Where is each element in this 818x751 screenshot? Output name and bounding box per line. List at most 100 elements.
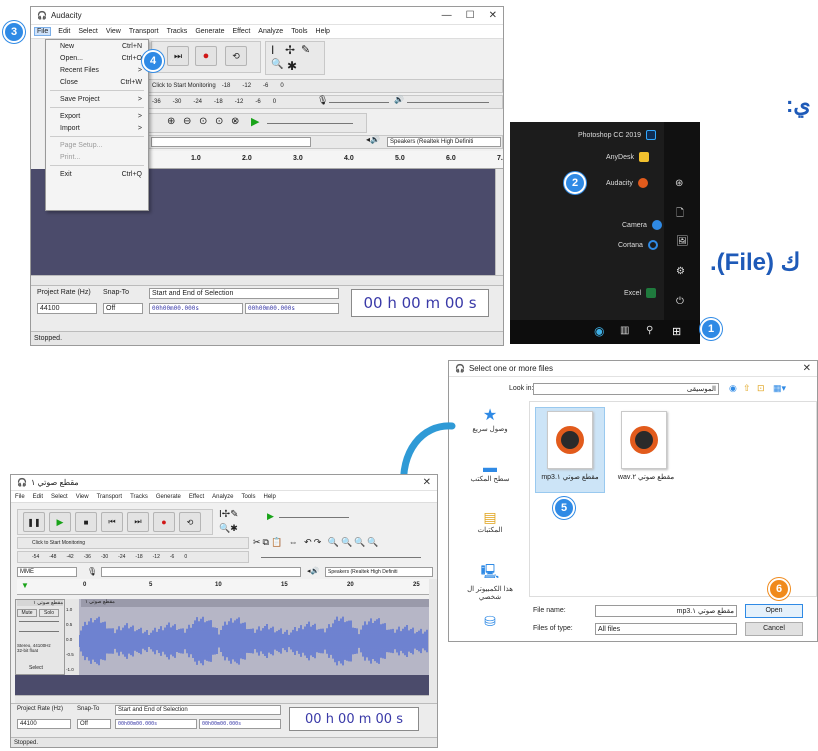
host-dropdown[interactable] — [151, 137, 311, 147]
file-menu-item[interactable]: Close Ctrl+W — [46, 76, 148, 88]
fit-selection-icon[interactable]: ⊙ — [199, 116, 207, 127]
task-view-icon[interactable]: ▥ — [620, 325, 629, 336]
snap-to-dropdown[interactable]: Off — [103, 303, 143, 314]
place-this-pc[interactable]: 🖳 هذا الكمبيوتر ال شخصي — [455, 561, 525, 601]
skip-start-button[interactable]: ⏮ — [101, 512, 123, 532]
stop-button[interactable]: ■ — [75, 512, 97, 532]
selection-tool-icon[interactable]: I — [271, 43, 274, 57]
monitor-label[interactable]: Click to Start Monitoring — [152, 83, 216, 89]
playback-volume-slider[interactable] — [407, 102, 489, 103]
windows-start-icon[interactable]: ⊞ — [672, 325, 681, 338]
search-icon[interactable]: ⚲ — [646, 325, 653, 336]
place-libraries[interactable]: ▤ المكتبات — [455, 509, 525, 534]
menu-generate[interactable]: Generate — [156, 494, 181, 500]
file-menu-item[interactable]: Import > — [46, 122, 148, 134]
snap-to-dropdown[interactable]: Off — [77, 719, 111, 729]
project-rate-dropdown[interactable]: 44100 — [37, 303, 97, 314]
play-button[interactable]: ▶ — [49, 512, 71, 532]
audio-position-display[interactable]: 00 h 00 m 00 s — [289, 707, 419, 731]
file-name-wav[interactable]: مقطع صوتي ٢.wav — [609, 473, 683, 481]
record-button[interactable]: ● — [195, 46, 217, 66]
view-menu-icon[interactable]: ▦▾ — [773, 383, 786, 394]
fit-project-icon[interactable]: ⊙ — [215, 116, 223, 127]
menu-tracks[interactable]: Tracks — [130, 494, 148, 500]
audio-position-display[interactable]: 00 h 00 m 00 s — [351, 289, 489, 317]
menu-generate[interactable]: Generate — [195, 28, 224, 35]
cancel-button[interactable]: Cancel — [745, 622, 803, 636]
menu-file[interactable]: File — [33, 27, 52, 36]
menu-help[interactable]: Help — [316, 28, 330, 35]
pictures-icon[interactable]: 🖼 — [676, 236, 689, 247]
menu-select[interactable]: Select — [51, 494, 68, 500]
file-type-dropdown[interactable]: All files — [595, 623, 737, 635]
menu-transport[interactable]: Transport — [97, 494, 122, 500]
up-folder-icon[interactable]: ⇧ — [743, 383, 751, 394]
skip-end-button[interactable]: ⏭ — [127, 512, 149, 532]
look-in-dropdown[interactable]: الموسيقى — [533, 383, 719, 395]
vertical-scrollbar[interactable] — [495, 169, 503, 275]
output-device-dropdown[interactable]: Speakers (Realtek High Definiti — [325, 567, 433, 577]
menu-tracks[interactable]: Tracks — [167, 28, 188, 35]
playback-volume-slider[interactable] — [261, 557, 421, 558]
user-icon[interactable]: ⊛ — [675, 178, 683, 189]
menu-transport[interactable]: Transport — [129, 28, 159, 35]
draw-tool-icon[interactable]: ✎ — [301, 43, 310, 56]
file-menu-item[interactable]: Save Project > — [46, 93, 148, 105]
loop-button[interactable]: ⟲ — [179, 512, 201, 532]
play-at-speed-icon[interactable]: ▶ — [267, 511, 274, 522]
timeline-ruler[interactable]: 1.0 2.0 3.0 4.0 5.0 6.0 7.0 — [147, 151, 503, 169]
menu-view[interactable]: View — [76, 494, 89, 500]
file-menu-item[interactable]: Open... Ctrl+O — [46, 52, 148, 64]
file-menu-item[interactable]: Recent Files > — [46, 64, 148, 76]
start-item-cortana[interactable]: Cortana — [618, 240, 658, 250]
menu-view[interactable]: View — [106, 28, 121, 35]
skip-end-button[interactable]: ⏭ — [167, 46, 189, 66]
play-speed-slider[interactable] — [267, 123, 353, 124]
close-icon[interactable]: ✕ — [803, 363, 811, 374]
menu-edit[interactable]: Edit — [33, 494, 43, 500]
host-dropdown[interactable]: MME — [17, 567, 77, 577]
zoom-in-icon[interactable]: ⊕ — [167, 116, 175, 127]
output-device-dropdown[interactable]: Speakers (Realtek High Definiti — [387, 137, 501, 147]
play-speed-slider[interactable] — [279, 517, 349, 518]
recording-volume-slider[interactable] — [329, 102, 389, 103]
file-menu-item[interactable]: Print... — [46, 151, 148, 163]
power-icon[interactable]: ⏻ — [676, 296, 684, 307]
edge-icon[interactable]: ◉ — [594, 324, 604, 338]
menu-edit[interactable]: Edit — [58, 28, 70, 35]
selection-start-field[interactable]: 00h00m00.000s — [149, 303, 243, 314]
horizontal-scrollbar[interactable] — [15, 695, 429, 703]
menu-select[interactable]: Select — [78, 28, 97, 35]
mute-button[interactable]: Mute — [17, 609, 37, 617]
gain-slider[interactable] — [19, 621, 59, 622]
menu-effect[interactable]: Effect — [233, 28, 251, 35]
selection-mode-dropdown[interactable]: Start and End of Selection — [115, 705, 281, 715]
track-name-dropdown[interactable]: مقطع صوتي ١ — [17, 600, 63, 606]
file-menu-item[interactable]: New Ctrl+N — [46, 40, 148, 52]
file-menu-item[interactable]: Exit Ctrl+Q — [46, 168, 148, 180]
file-name-input[interactable]: مقطع صوتي ١.mp3 — [595, 605, 737, 617]
vertical-scrollbar[interactable] — [429, 579, 437, 703]
loop-button[interactable]: ⟲ — [225, 46, 247, 66]
play-at-speed-icon[interactable]: ▶ — [251, 115, 259, 128]
back-icon[interactable]: ◉ — [729, 383, 737, 394]
start-item-photoshop[interactable]: Photoshop CC 2019 — [578, 130, 657, 140]
pan-slider[interactable] — [19, 631, 59, 632]
new-folder-icon[interactable]: ⊡ — [757, 383, 765, 394]
documents-icon[interactable]: 🗋 — [676, 206, 684, 223]
close-icon[interactable]: ✕ — [423, 477, 431, 488]
menu-file[interactable]: File — [15, 494, 25, 500]
select-track-button[interactable]: Select — [29, 665, 43, 671]
multi-tool-icon[interactable]: ✱ — [287, 59, 297, 73]
selection-tool-icon[interactable]: I✢✎ — [219, 509, 239, 520]
zoom-toggle-icon[interactable]: ⊗ — [231, 116, 239, 127]
close-icon[interactable]: ✕ — [489, 10, 497, 21]
minimize-icon[interactable]: — — [442, 10, 452, 21]
place-quick-access[interactable]: ★ وصول سريع — [455, 405, 525, 433]
record-button[interactable]: ● — [153, 512, 175, 532]
play-head-icon[interactable]: ▼ — [21, 581, 29, 590]
start-item-audacity[interactable]: Audacity — [606, 178, 648, 188]
open-button[interactable]: Open — [745, 604, 803, 618]
menu-tools[interactable]: Tools — [241, 494, 255, 500]
menu-analyze[interactable]: Analyze — [258, 28, 283, 35]
